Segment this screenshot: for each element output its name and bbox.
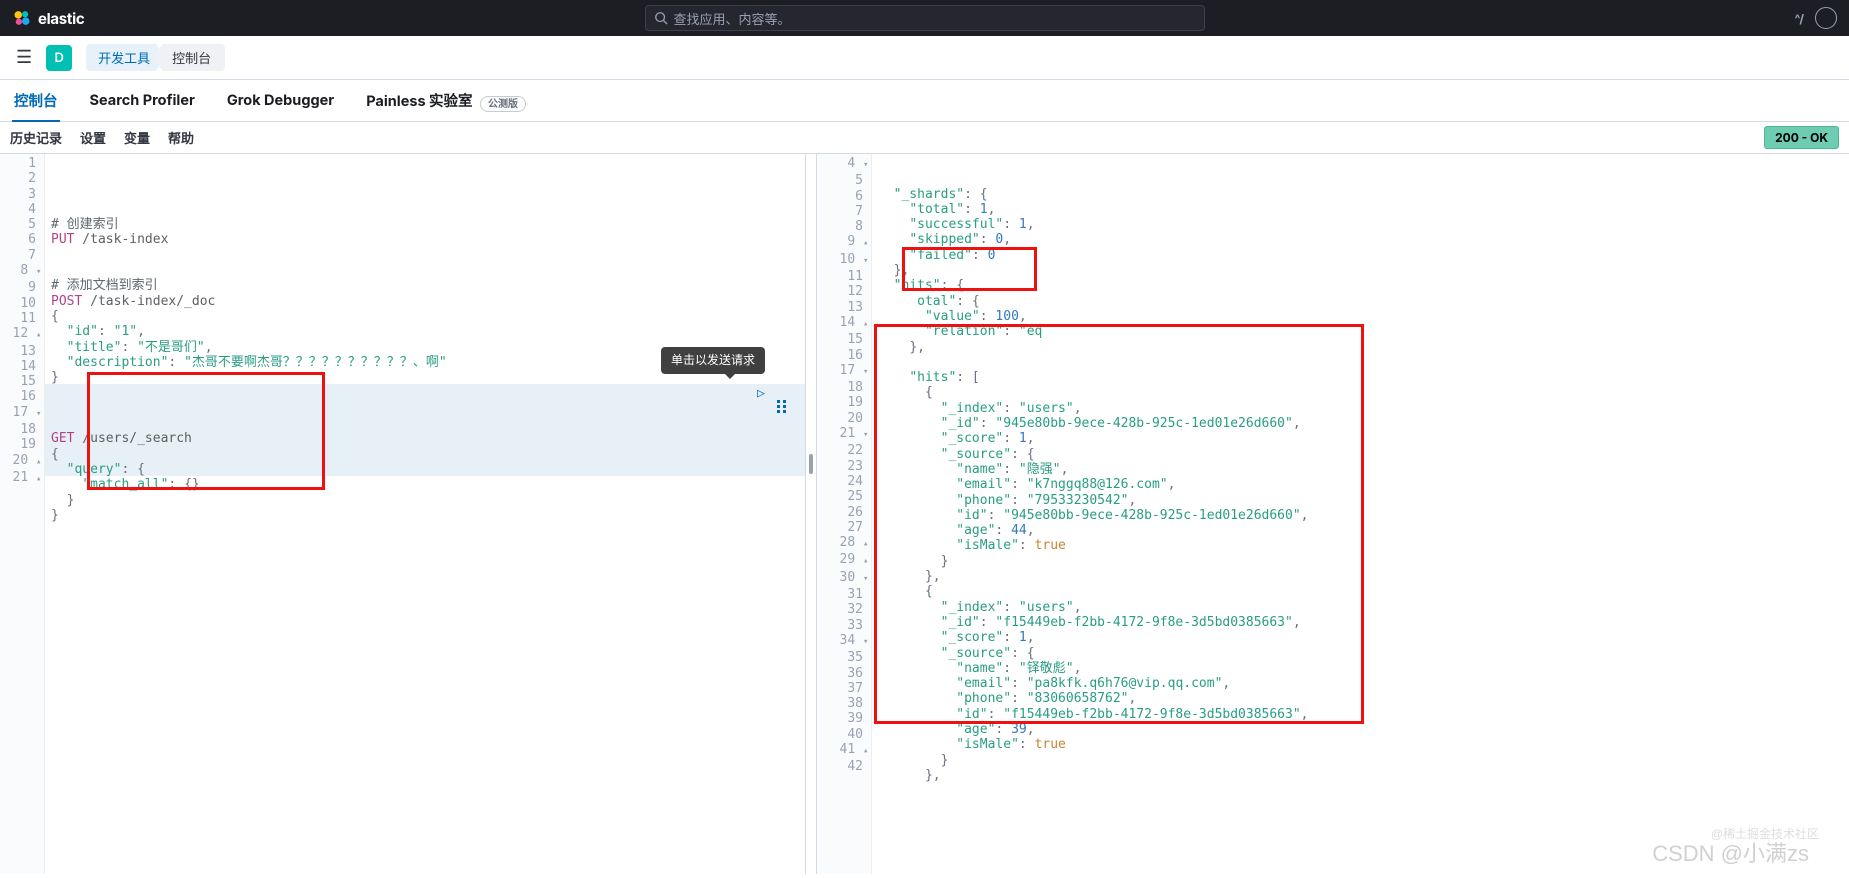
help-icon[interactable] (1815, 7, 1837, 29)
watermark-juejin: @稀土掘金技术社区 (1711, 825, 1819, 842)
tab-painless-label: Painless 实验室 (366, 93, 472, 110)
pane-splitter[interactable] (805, 154, 817, 874)
toolbar-history[interactable]: 历史记录 (10, 128, 62, 147)
response-status-badge: 200 - OK (1764, 126, 1839, 149)
devtools-tabs: 控制台 Search Profiler Grok Debugger Painle… (0, 80, 1849, 122)
tab-painless-lab[interactable]: Painless 实验室 公测版 (364, 80, 528, 121)
global-header: elastic 查找应用、内容等。 ^/ (0, 0, 1849, 36)
search-icon (654, 11, 668, 25)
console-toolbar: 历史记录 设置 变量 帮助 200 - OK (0, 122, 1849, 154)
editor-split-area: 12345678 ▾9101112 ▴1314151617 ▾181920 ▴2… (0, 154, 1849, 874)
tab-console[interactable]: 控制台 (12, 80, 60, 121)
response-pane[interactable]: 4 ▾56789 ▴10 ▾11121314 ▴151617 ▾18192021… (817, 154, 1849, 874)
tab-grok-debugger[interactable]: Grok Debugger (225, 82, 336, 119)
keyboard-shortcut-hint: ^/ (1795, 11, 1804, 26)
response-viewer[interactable]: "_shards": { "total": 1, "successful": 1… (872, 154, 1849, 874)
breadcrumb-console: 控制台 (154, 44, 225, 71)
search-placeholder: 查找应用、内容等。 (674, 9, 791, 28)
beta-badge: 公测版 (480, 96, 526, 112)
nav-toggle-button[interactable]: ☰ (16, 47, 32, 68)
app-nav-bar: ☰ D 开发工具 控制台 (0, 36, 1849, 80)
tab-search-profiler[interactable]: Search Profiler (88, 82, 197, 119)
response-gutter: 4 ▾56789 ▴10 ▾11121314 ▴151617 ▾18192021… (817, 154, 872, 874)
request-options-button[interactable] (723, 384, 787, 433)
toolbar-variables[interactable]: 变量 (124, 128, 150, 147)
toolbar-settings[interactable]: 设置 (80, 128, 106, 147)
space-badge[interactable]: D (46, 45, 72, 71)
elastic-logo-text: elastic (38, 9, 84, 28)
request-editor[interactable]: # 创建索引PUT /task-index # 添加文档到索引POST /tas… (45, 154, 805, 874)
send-request-tooltip: 单击以发送请求 (661, 347, 765, 374)
request-gutter: 12345678 ▾9101112 ▴1314151617 ▾181920 ▴2… (0, 154, 45, 874)
request-editor-pane[interactable]: 12345678 ▾9101112 ▴1314151617 ▾181920 ▴2… (0, 154, 805, 874)
elastic-logo[interactable]: elastic (12, 8, 84, 28)
global-search[interactable]: 查找应用、内容等。 (645, 5, 1205, 31)
toolbar-help[interactable]: 帮助 (168, 128, 194, 147)
breadcrumb-devtools[interactable]: 开发工具 (86, 44, 164, 71)
elastic-logo-icon (12, 8, 32, 28)
